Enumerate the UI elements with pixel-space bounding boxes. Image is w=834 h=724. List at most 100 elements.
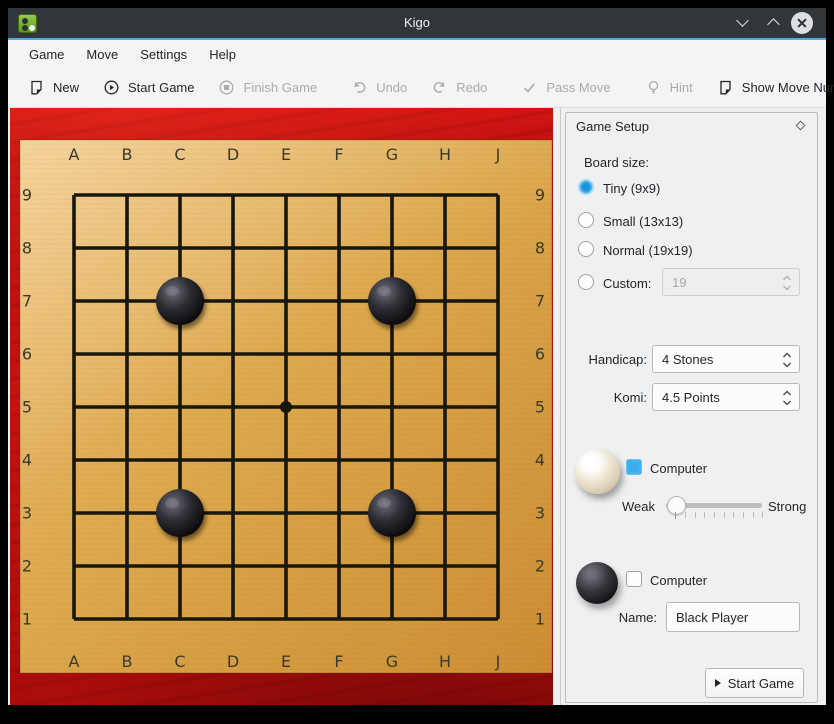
redo-label: Redo — [456, 80, 487, 95]
black-computer-label[interactable]: Computer — [650, 573, 707, 588]
lightbulb-icon — [645, 79, 662, 96]
komi-spinbox[interactable]: 4.5 Points — [652, 383, 800, 411]
radio-normal[interactable] — [578, 241, 594, 257]
show-move-numbers-button[interactable]: Show Move Numbers — [705, 79, 834, 96]
undo-button[interactable]: Undo — [339, 79, 419, 96]
new-button[interactable]: New — [16, 79, 91, 96]
row-label-left-7: 7 — [22, 292, 32, 311]
titlebar[interactable]: Kigo — [8, 8, 826, 38]
strength-slider[interactable] — [666, 494, 762, 520]
column-label-bottom-G: G — [386, 652, 398, 671]
handicap-label: Handicap: — [566, 352, 647, 367]
radio-custom-label[interactable]: Custom: — [603, 276, 651, 291]
start-game-button[interactable]: Start Game — [705, 668, 804, 698]
radio-small[interactable] — [578, 212, 594, 228]
pass-move-button[interactable]: Pass Move — [509, 79, 622, 96]
handicap-value: 4 Stones — [662, 352, 713, 367]
radio-normal-label[interactable]: Normal (19x19) — [603, 243, 693, 258]
column-label-bottom-D: D — [227, 652, 239, 671]
maximize-button[interactable] — [766, 15, 782, 31]
chevron-down-icon — [736, 14, 749, 27]
column-label-top-E: E — [281, 145, 291, 164]
custom-size-value: 19 — [672, 275, 686, 290]
row-label-left-9: 9 — [22, 186, 32, 205]
column-label-bottom-A: A — [69, 652, 80, 671]
start-game-button-label: Start Game — [728, 676, 794, 691]
column-label-bottom-E: E — [281, 652, 291, 671]
redo-arrow-icon — [431, 79, 448, 96]
row-label-left-5: 5 — [22, 398, 32, 417]
toolbar: New Start Game Finish Game Undo Redo Pas… — [8, 68, 826, 108]
menubar: Game Move Settings Help — [8, 40, 826, 68]
menu-help[interactable]: Help — [198, 47, 247, 62]
hint-button[interactable]: Hint — [633, 79, 705, 96]
row-label-right-9: 9 — [535, 186, 545, 205]
black-stone-image — [576, 562, 618, 604]
black-name-input[interactable] — [666, 602, 800, 632]
menu-game[interactable]: Game — [18, 47, 75, 62]
undo-label: Undo — [376, 80, 407, 95]
stone-G7 — [368, 277, 416, 325]
hint-label: Hint — [670, 80, 693, 95]
row-label-left-8: 8 — [22, 239, 32, 258]
stop-circle-icon — [218, 79, 235, 96]
black-name-label: Name: — [566, 610, 657, 625]
redo-button[interactable]: Redo — [419, 79, 499, 96]
column-label-top-B: B — [122, 145, 133, 164]
go-board-area: AABBCCDDEEFFGGHHJJ998877665544332211 — [10, 108, 553, 705]
side-panel: Game Setup Board size: Tiny (9x9) Small … — [560, 108, 826, 705]
column-label-bottom-F: F — [334, 652, 343, 671]
game-setup-panel: Game Setup Board size: Tiny (9x9) Small … — [565, 112, 818, 703]
row-label-left-4: 4 — [22, 451, 32, 470]
row-label-right-6: 6 — [535, 345, 545, 364]
close-button[interactable] — [791, 12, 813, 34]
chevron-up-icon — [767, 18, 780, 31]
white-computer-label[interactable]: Computer — [650, 461, 707, 476]
column-label-top-C: C — [174, 145, 185, 164]
minimize-button[interactable] — [735, 15, 751, 31]
custom-size-spinbox[interactable]: 19 — [662, 268, 800, 296]
white-computer-checkbox[interactable] — [626, 459, 642, 475]
strength-weak-label: Weak — [622, 499, 655, 514]
menu-settings[interactable]: Settings — [129, 47, 198, 62]
komi-value: 4.5 Points — [662, 390, 720, 405]
radio-custom[interactable] — [578, 274, 594, 290]
panel-title: Game Setup — [576, 119, 649, 134]
row-label-left-6: 6 — [22, 345, 32, 364]
column-label-top-J: J — [495, 145, 501, 164]
finish-game-button[interactable]: Finish Game — [206, 79, 329, 96]
menu-move[interactable]: Move — [75, 47, 129, 62]
radio-small-label[interactable]: Small (13x13) — [603, 214, 683, 229]
float-panel-icon[interactable] — [796, 121, 806, 131]
strength-strong-label: Strong — [768, 499, 806, 514]
stone-C7 — [156, 277, 204, 325]
radio-tiny[interactable] — [578, 179, 594, 195]
go-board[interactable]: AABBCCDDEEFFGGHHJJ998877665544332211 — [10, 108, 553, 705]
pass-move-label: Pass Move — [546, 80, 610, 95]
start-game-toolbar-button[interactable]: Start Game — [91, 79, 206, 96]
column-label-top-F: F — [334, 145, 343, 164]
radio-tiny-label[interactable]: Tiny (9x9) — [603, 181, 660, 196]
checkmark-icon — [521, 79, 538, 96]
row-label-right-5: 5 — [535, 398, 545, 417]
row-label-left-1: 1 — [22, 610, 32, 629]
kigo-window: Kigo Game Move Settings Help New Start G… — [8, 8, 826, 705]
row-label-right-3: 3 — [535, 504, 545, 523]
column-label-top-H: H — [439, 145, 451, 164]
column-label-bottom-J: J — [495, 652, 501, 671]
slider-ticks — [675, 511, 763, 519]
row-label-left-2: 2 — [22, 557, 32, 576]
row-label-right-4: 4 — [535, 451, 545, 470]
spinner-chevrons-icon[interactable] — [782, 388, 792, 408]
stone-C3 — [156, 489, 204, 537]
spinner-chevrons-icon[interactable] — [782, 273, 792, 293]
undo-arrow-icon — [351, 79, 368, 96]
star-point-E5 — [280, 401, 292, 413]
column-label-bottom-B: B — [122, 652, 133, 671]
new-label: New — [53, 80, 79, 95]
column-label-bottom-C: C — [174, 652, 185, 671]
show-move-numbers-label: Show Move Numbers — [742, 80, 834, 95]
black-computer-checkbox[interactable] — [626, 571, 642, 587]
spinner-chevrons-icon[interactable] — [782, 350, 792, 370]
handicap-spinbox[interactable]: 4 Stones — [652, 345, 800, 373]
